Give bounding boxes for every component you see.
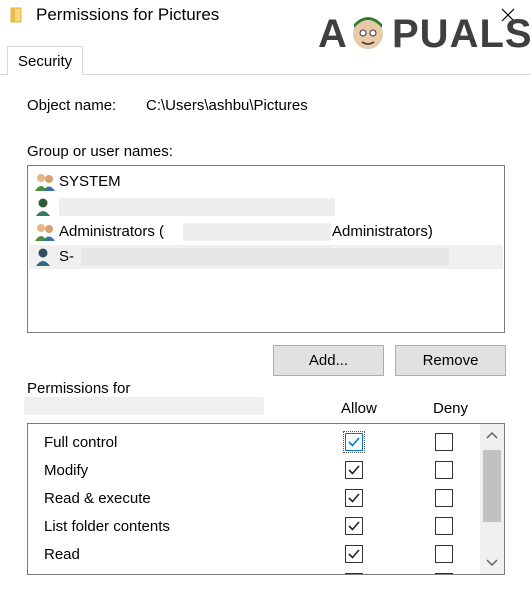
user-icon xyxy=(34,198,56,216)
user-list[interactable]: SYSTEM Administrators ( Administrators) xyxy=(27,165,505,333)
remove-button[interactable]: Remove xyxy=(395,345,506,376)
permission-row-list-folder-contents: List folder contents xyxy=(28,514,480,542)
tab-security[interactable]: Security xyxy=(7,46,83,75)
user-list-item-administrators[interactable]: Administrators ( Administrators) xyxy=(29,220,503,244)
redacted-name xyxy=(24,397,264,415)
scroll-up-button[interactable] xyxy=(480,424,504,448)
permission-label: Full control xyxy=(44,434,118,451)
deny-checkbox[interactable] xyxy=(435,545,453,563)
user-list-item-user[interactable] xyxy=(29,195,503,219)
permission-label: Read & execute xyxy=(44,490,151,507)
redacted-name xyxy=(183,223,331,241)
deny-checkbox[interactable] xyxy=(435,433,453,451)
deny-checkbox[interactable] xyxy=(435,489,453,507)
tab-strip: Security xyxy=(0,46,531,76)
chevron-down-icon xyxy=(486,559,498,567)
permission-label: Read xyxy=(44,546,80,563)
allow-column-header: Allow xyxy=(341,400,377,417)
permission-label: Modify xyxy=(44,462,89,479)
deny-checkbox[interactable] xyxy=(435,573,453,574)
user-list-item-sid[interactable]: S- xyxy=(29,245,503,269)
chevron-up-icon xyxy=(486,431,498,439)
permissions-list: Full control Modify Read & execute List … xyxy=(27,423,505,575)
permission-row-read: Read xyxy=(28,542,480,570)
object-name-value: C:\Users\ashbu\Pictures xyxy=(146,97,308,114)
allow-checkbox[interactable] xyxy=(343,431,365,453)
tab-security-label: Security xyxy=(18,53,73,70)
folder-icon xyxy=(10,7,24,23)
allow-checkbox[interactable] xyxy=(345,461,363,479)
permission-row-read-execute: Read & execute xyxy=(28,486,480,514)
deny-checkbox[interactable] xyxy=(435,461,453,479)
redacted-name xyxy=(81,248,449,266)
allow-checkbox[interactable] xyxy=(345,517,363,535)
add-button[interactable]: Add... xyxy=(273,345,384,376)
user-list-item-label: SYSTEM xyxy=(59,173,121,190)
user-list-item-label: Administrators ( xyxy=(59,223,165,240)
permission-row-full-control: Full control xyxy=(28,430,480,458)
checkmark-icon xyxy=(348,549,360,559)
group-user-names-label: Group or user names: xyxy=(27,143,173,160)
permission-row-modify: Modify xyxy=(28,458,480,486)
allow-checkbox[interactable] xyxy=(345,573,363,574)
checkmark-icon xyxy=(348,493,360,503)
object-name-label: Object name: xyxy=(27,97,117,114)
redacted-name xyxy=(59,198,335,216)
deny-column-header: Deny xyxy=(433,400,469,417)
permissions-for-label: Permissions for xyxy=(27,380,131,397)
user-list-item-system[interactable]: SYSTEM xyxy=(29,170,503,194)
permissions-scrollbar[interactable] xyxy=(480,424,504,574)
permission-row-partial xyxy=(28,570,480,574)
deny-checkbox[interactable] xyxy=(435,517,453,535)
scrollbar-thumb[interactable] xyxy=(483,450,501,522)
group-users-icon xyxy=(34,223,56,241)
user-icon xyxy=(34,248,56,266)
permission-label: List folder contents xyxy=(44,518,170,535)
user-list-item-label: S- xyxy=(59,248,74,265)
checkmark-icon xyxy=(348,521,360,531)
checkmark-icon xyxy=(348,465,360,475)
allow-checkbox[interactable] xyxy=(345,489,363,507)
user-list-item-label-suffix: Administrators) xyxy=(332,223,433,240)
group-users-icon xyxy=(34,173,56,191)
checkmark-icon xyxy=(348,437,360,447)
scroll-down-button[interactable] xyxy=(480,550,504,574)
window-title: Permissions for Pictures xyxy=(36,5,220,24)
allow-checkbox[interactable] xyxy=(345,545,363,563)
